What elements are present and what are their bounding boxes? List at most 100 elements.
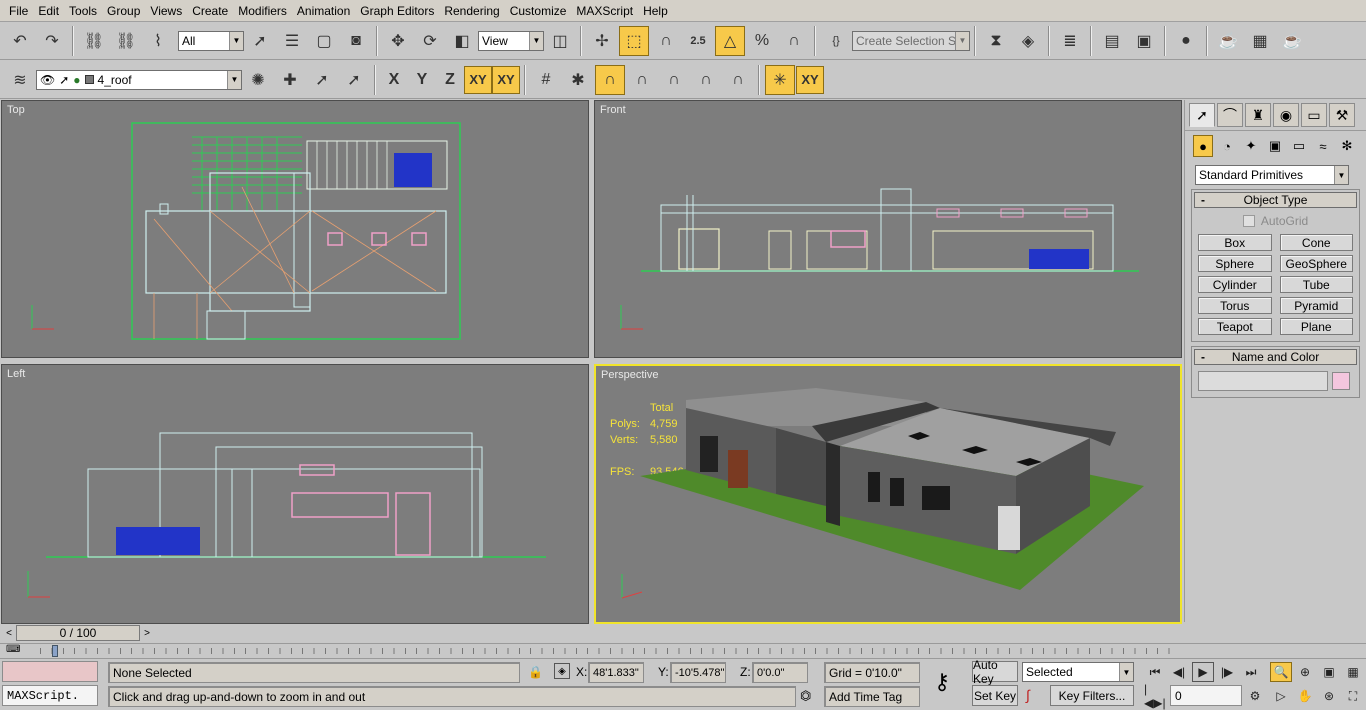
- grid-snap-icon[interactable]: #: [531, 65, 561, 95]
- snap-2-5-icon[interactable]: 2.5: [683, 26, 713, 56]
- menu-edit[interactable]: Edit: [33, 4, 64, 18]
- rotate-icon[interactable]: ⟳: [415, 26, 445, 56]
- reference-coordinate-dropdown[interactable]: View ▼: [478, 30, 544, 51]
- create-layer-icon[interactable]: ✺: [243, 65, 273, 95]
- spinner-snap-icon[interactable]: ∩: [779, 26, 809, 56]
- select-by-name-icon[interactable]: ☰: [277, 26, 307, 56]
- y-coordinate-field[interactable]: -10'5.478": [670, 662, 726, 683]
- menu-graph-editors[interactable]: Graph Editors: [355, 4, 439, 18]
- teapot-button[interactable]: Teapot: [1198, 318, 1272, 335]
- select-in-layer-icon[interactable]: ➚: [307, 65, 337, 95]
- pivot-snap-icon[interactable]: ✱: [563, 65, 593, 95]
- create-tab-icon[interactable]: ➚: [1189, 103, 1215, 127]
- selection-filter-dropdown[interactable]: All ▼: [178, 30, 244, 51]
- maxscript-mini-listener[interactable]: MAXScript.: [2, 685, 98, 706]
- axis-y-button[interactable]: Y: [408, 66, 436, 94]
- set-key-button[interactable]: Set Key: [972, 685, 1018, 706]
- axis-xy-flyout-button[interactable]: XY: [492, 65, 520, 94]
- menu-modifiers[interactable]: Modifiers: [233, 4, 292, 18]
- current-frame-marker[interactable]: [52, 645, 58, 657]
- current-frame-field[interactable]: 0: [1170, 685, 1242, 706]
- viewport-left[interactable]: Left: [1, 364, 589, 624]
- menu-file[interactable]: File: [4, 4, 33, 18]
- key-filters-button[interactable]: Key Filters...: [1050, 685, 1134, 706]
- axis-z-button[interactable]: Z: [436, 66, 464, 94]
- systems-icon[interactable]: ✻: [1337, 135, 1357, 157]
- z-coordinate-field[interactable]: 0'0.0": [752, 662, 808, 683]
- cameras-icon[interactable]: ▣: [1265, 135, 1285, 157]
- utilities-tab-icon[interactable]: ⚒: [1329, 103, 1355, 127]
- time-configuration-icon[interactable]: ⚙: [1244, 686, 1266, 706]
- sphere-button[interactable]: Sphere: [1198, 255, 1272, 272]
- redo-icon[interactable]: ↷: [37, 26, 67, 56]
- chevron-left-icon[interactable]: <: [2, 626, 16, 640]
- snap-toggle-icon[interactable]: ∩: [651, 26, 681, 56]
- zoom-extents-all-icon[interactable]: ▦: [1342, 662, 1364, 682]
- absolute-mode-icon[interactable]: ◈: [554, 663, 570, 679]
- layer-manager-icon[interactable]: ≣: [1055, 26, 1085, 56]
- set-current-layer-icon[interactable]: ➚: [339, 65, 369, 95]
- spacewarps-icon[interactable]: ≈: [1313, 135, 1333, 157]
- edit-named-selection-icon[interactable]: {}: [821, 26, 851, 56]
- display-tab-icon[interactable]: ▭: [1301, 103, 1327, 127]
- go-to-end-icon[interactable]: ⏭: [1240, 662, 1262, 682]
- menu-help[interactable]: Help: [638, 4, 673, 18]
- menu-views[interactable]: Views: [145, 4, 187, 18]
- mirror-icon[interactable]: ⧗: [981, 26, 1011, 56]
- geometry-icon[interactable]: ●: [1193, 135, 1213, 157]
- undo-icon[interactable]: ↶: [5, 26, 35, 56]
- manipulate-icon[interactable]: ✢: [587, 26, 617, 56]
- key-icon[interactable]: ⚷: [934, 669, 950, 695]
- scale-icon[interactable]: ◧: [447, 26, 477, 56]
- hierarchy-tab-icon[interactable]: ♜: [1245, 103, 1271, 127]
- x-coordinate-field[interactable]: 48'1.833": [588, 662, 644, 683]
- cylinder-button[interactable]: Cylinder: [1198, 276, 1272, 293]
- pyramid-button[interactable]: Pyramid: [1279, 297, 1353, 314]
- tube-button[interactable]: Tube: [1279, 276, 1353, 293]
- autogrid-option[interactable]: AutoGrid: [1194, 214, 1357, 228]
- modify-tab-icon[interactable]: ⌒: [1217, 103, 1243, 127]
- rendered-frame-window-icon[interactable]: ▦: [1245, 26, 1275, 56]
- axis-x-button[interactable]: X: [380, 66, 408, 94]
- viewport-top[interactable]: Top: [1, 100, 589, 358]
- axis-xy-snap-button[interactable]: XY: [796, 65, 824, 94]
- default-in-out-tangent-icon[interactable]: ∫: [1026, 687, 1030, 703]
- helpers-icon[interactable]: ▭: [1289, 135, 1309, 157]
- maximize-viewport-icon[interactable]: ⛶: [1342, 686, 1364, 706]
- bind-spacewarp-icon[interactable]: ⌇: [143, 26, 173, 56]
- add-to-layer-icon[interactable]: ✚: [275, 65, 305, 95]
- previous-frame-icon[interactable]: ◀|: [1168, 662, 1190, 682]
- pivot-center-icon[interactable]: ◫: [545, 26, 575, 56]
- key-mode-toggle-icon[interactable]: |◀▶|: [1144, 682, 1166, 710]
- unlink-icon[interactable]: ⛓: [111, 26, 141, 56]
- object-name-field[interactable]: [1198, 371, 1328, 391]
- auto-key-button[interactable]: Auto Key: [972, 658, 1018, 686]
- orbit-icon[interactable]: ⊛: [1318, 686, 1340, 706]
- select-object-icon[interactable]: ➚: [245, 26, 275, 56]
- cone-button[interactable]: Cone: [1279, 234, 1353, 251]
- maxscript-listener-pink[interactable]: [2, 661, 98, 682]
- snaps-use-axis-constraints-icon[interactable]: ✳: [765, 64, 795, 95]
- zoom-icon[interactable]: 🔍: [1270, 662, 1292, 682]
- link-icon[interactable]: ⛓: [79, 26, 109, 56]
- viewport-front[interactable]: Front: [594, 100, 1182, 358]
- rect-selection-icon[interactable]: ▢: [309, 26, 339, 56]
- chevron-right-icon[interactable]: >: [140, 626, 154, 640]
- zoom-all-icon[interactable]: ⊕: [1294, 662, 1316, 682]
- menu-tools[interactable]: Tools: [64, 4, 102, 18]
- keyboard-shortcut-override-icon[interactable]: ⬚: [619, 25, 649, 56]
- time-tag-icon[interactable]: ⏣: [800, 688, 811, 704]
- face-snap-icon[interactable]: ∩: [723, 65, 753, 95]
- material-editor-icon[interactable]: ●: [1171, 26, 1201, 56]
- plane-button[interactable]: Plane: [1279, 318, 1353, 335]
- field-of-view-icon[interactable]: ▷: [1270, 686, 1292, 706]
- render-setup-icon[interactable]: ☕: [1213, 26, 1243, 56]
- go-to-start-icon[interactable]: ⏮: [1144, 662, 1166, 682]
- menu-customize[interactable]: Customize: [505, 4, 572, 18]
- menu-maxscript[interactable]: MAXScript: [571, 4, 638, 18]
- window-crossing-icon[interactable]: ◙: [341, 26, 371, 56]
- schematic-view-icon[interactable]: ▣: [1129, 26, 1159, 56]
- menu-create[interactable]: Create: [187, 4, 233, 18]
- axis-xy-button[interactable]: XY: [464, 65, 492, 94]
- torus-button[interactable]: Torus: [1198, 297, 1272, 314]
